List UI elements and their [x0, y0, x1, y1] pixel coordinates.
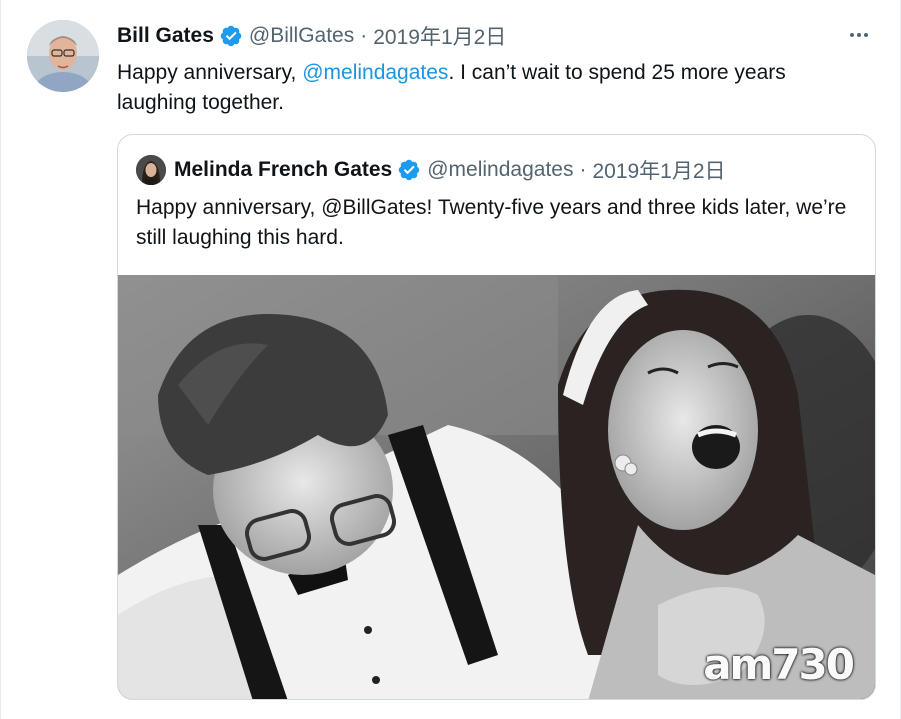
- author-avatar[interactable]: [27, 20, 99, 92]
- quoted-author-avatar: [136, 155, 166, 185]
- author-handle[interactable]: @BillGates: [249, 24, 354, 48]
- author-avatar-image: [27, 20, 99, 92]
- tweet-text-before: Happy anniversary,: [117, 61, 303, 84]
- tweet: Bill Gates @BillGates · 2019年1月2日 Happy …: [0, 0, 901, 719]
- quoted-tweet-header: Melinda French Gates @melindagates · 201…: [136, 155, 726, 185]
- tweet-header: Bill Gates @BillGates · 2019年1月2日: [117, 21, 506, 51]
- verified-badge-icon: [219, 24, 243, 48]
- more-options-button[interactable]: [846, 22, 872, 48]
- quoted-author-name: Melinda French Gates: [174, 158, 393, 181]
- quoted-tweet-text: Happy anniversary, @BillGates! Twenty-fi…: [136, 196, 847, 249]
- quoted-tweet-photo[interactable]: am730: [118, 275, 875, 699]
- tweet-text: Happy anniversary, @melindagates. I can’…: [117, 58, 857, 118]
- header-separator: ·: [360, 24, 368, 47]
- mention-link[interactable]: @melindagates: [302, 61, 448, 84]
- tweet-date[interactable]: 2019年1月2日: [373, 21, 506, 51]
- more-horizontal-icon: [850, 33, 868, 37]
- quoted-tweet[interactable]: Melinda French Gates @melindagates · 201…: [117, 134, 876, 700]
- couple-laughing-photo: [118, 275, 875, 699]
- quoted-header-separator: ·: [579, 158, 587, 181]
- quoted-author-avatar-image: [136, 155, 166, 185]
- am730-watermark: am730: [703, 640, 855, 689]
- author-name[interactable]: Bill Gates: [117, 24, 214, 48]
- quoted-author-handle: @melindagates: [427, 158, 574, 181]
- quoted-verified-badge-icon: [397, 158, 421, 182]
- quoted-tweet-date: 2019年1月2日: [592, 160, 726, 183]
